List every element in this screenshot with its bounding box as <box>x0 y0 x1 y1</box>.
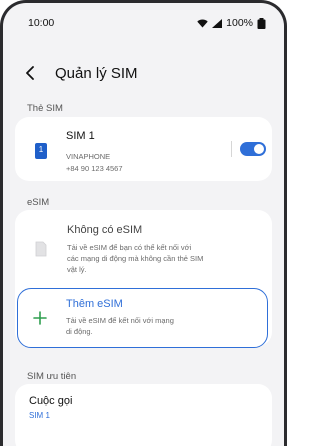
page-title: Quản lý SIM <box>55 64 138 82</box>
back-button[interactable] <box>25 66 47 80</box>
sim1-number: +84 90 123 4567 <box>66 164 123 173</box>
calls-setting-row[interactable]: Cuộc gọi SIM 1 <box>15 384 272 446</box>
app-header: Quản lý SIM <box>3 55 284 91</box>
add-esim-desc-line: di động. <box>66 327 93 336</box>
status-time: 10:00 <box>28 17 55 29</box>
status-indicators: 100% <box>197 17 266 29</box>
section-label-preferred-sim: SIM ưu tiên <box>27 371 77 382</box>
sim-slot-number: 1 <box>38 145 44 154</box>
calls-title: Cuộc gọi <box>29 395 73 407</box>
add-esim-title: Thêm eSIM <box>66 298 123 310</box>
status-bar: 10:00 100% <box>3 3 284 43</box>
divider <box>231 141 232 157</box>
sim1-name: SIM 1 <box>66 130 95 142</box>
sim1-card[interactable]: 1 SIM 1 VINAPHONE +84 90 123 4567 <box>15 117 272 181</box>
sim-card-icon: 1 <box>35 143 47 159</box>
no-esim-desc-line: các mạng di động mà không cần thẻ SIM <box>67 254 204 263</box>
no-esim-desc-line: Tải về eSIM để bạn có thể kết nối với <box>67 243 192 252</box>
no-esim-desc-line: vật lý. <box>67 265 87 274</box>
add-esim-desc-line: Tải về eSIM để kết nối với mạng <box>66 316 174 325</box>
no-esim-title: Không có eSIM <box>67 224 143 236</box>
section-label-sim-card: Thẻ SIM <box>27 103 63 114</box>
chevron-left-icon <box>26 66 34 80</box>
sim1-carrier: VINAPHONE <box>66 152 111 161</box>
add-esim-button[interactable]: Thêm eSIM Tải về eSIM để kết nối với mạn… <box>17 288 268 348</box>
sim1-toggle[interactable] <box>240 142 266 156</box>
plus-icon <box>33 311 47 325</box>
battery-percent: 100% <box>226 17 253 29</box>
battery-icon <box>257 17 266 29</box>
phone-screen: 10:00 100% Quản lý SIM Thẻ SIM 1 SIM 1 V… <box>0 0 287 446</box>
esim-placeholder-icon <box>35 241 47 257</box>
calls-value: SIM 1 <box>29 411 50 420</box>
toggle-knob <box>254 144 264 154</box>
wifi-icon <box>197 19 208 27</box>
signal-icon <box>212 18 223 28</box>
section-label-esim: eSIM <box>27 197 50 208</box>
